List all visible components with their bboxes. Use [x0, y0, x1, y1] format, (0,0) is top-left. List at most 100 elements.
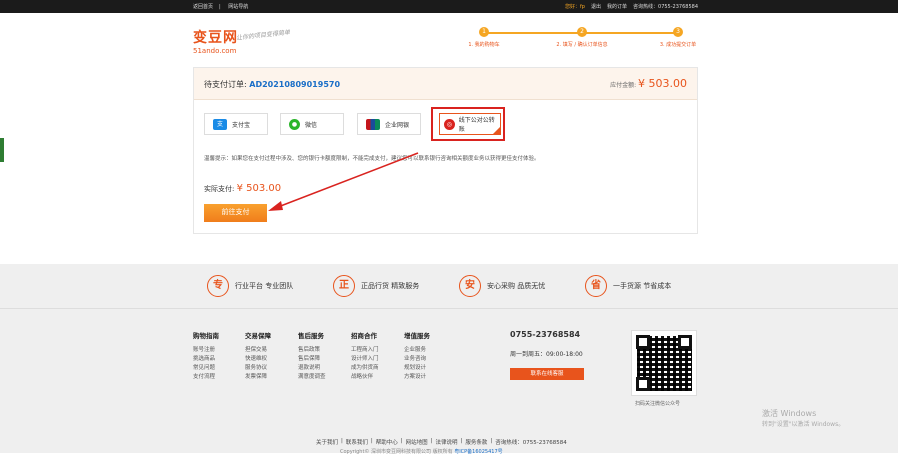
step-confirm: 2 2. 填写 / 确认订单信息 — [547, 27, 617, 48]
pay-method-label: 支付宝 — [232, 121, 251, 129]
footer-link[interactable]: 支付流程 — [193, 373, 219, 382]
copyright-text: Copyright© 深圳市变豆网科技有限公司 版权所有 — [340, 449, 455, 455]
footer-link[interactable]: 售后政策 — [298, 346, 326, 355]
promo-badge-icon: 安 — [459, 275, 481, 297]
amount-due-value: ¥ 503.00 — [638, 77, 687, 90]
footer-bottom-link[interactable]: 联系我们 — [346, 438, 368, 446]
left-edge-marker — [0, 138, 4, 162]
go-pay-button[interactable]: 前往支付 — [204, 204, 267, 222]
footer-link[interactable]: 担保交易 — [245, 346, 271, 355]
pay-method-wechat[interactable]: ● 微信 — [280, 113, 344, 135]
promo-text: 正品行货 精致服务 — [361, 282, 420, 290]
order-panel: 待支付订单: AD20210809019570 应付金额: ¥ 503.00 支… — [193, 67, 698, 234]
footer-col-title: 增值服务 — [404, 332, 430, 340]
top-bar: 返回首页 | 网站导航 您好：fp 退出 我的订单 咨询热线：0755-23768… — [0, 0, 898, 13]
footer-link[interactable]: 发票保障 — [245, 373, 271, 382]
order-number-value: AD20210809019570 — [249, 80, 341, 89]
footer-link[interactable]: 服务协议 — [245, 364, 271, 373]
pay-method-label: 企业网银 — [385, 121, 410, 129]
pay-method-bank[interactable]: 企业网银 — [357, 113, 421, 135]
home-link[interactable]: 返回首页 — [193, 4, 213, 10]
footer-link[interactable]: 成为供货商 — [351, 364, 379, 373]
footer-col-title: 招商合作 — [351, 332, 377, 340]
confirm-step-icon: 2 — [577, 27, 587, 37]
selected-check-icon — [493, 127, 500, 134]
submitted-step-icon: 3 — [673, 27, 683, 37]
footer-col-title: 交易保障 — [245, 332, 271, 340]
site-nav-link[interactable]: 网站导航 — [228, 4, 248, 10]
footer-link[interactable]: 战略伙伴 — [351, 373, 379, 382]
wechat-icon: ● — [289, 118, 300, 130]
step-label: 1. 我的购物车 — [468, 42, 500, 48]
footer-link[interactable]: 售后保障 — [298, 355, 326, 364]
footer-bottom-link[interactable]: 关于我们 — [316, 438, 338, 446]
footer-links: 关于我们 | 联系我们 | 帮助中心 | 网站地图 | 法律说明 | 服务条款 | 咨询热线… — [316, 438, 567, 446]
logo-cn: 变豆网 — [193, 30, 238, 46]
promo-text: 行业平台 专业团队 — [235, 282, 294, 290]
actual-payment-value: ¥ 503.00 — [236, 183, 282, 194]
footer-link[interactable]: 方案设计 — [404, 373, 430, 382]
divider: | — [219, 4, 221, 10]
top-bar-left: 返回首页 | 网站导航 — [193, 3, 254, 10]
user-greeting[interactable]: 您好：fp — [565, 3, 585, 10]
footer-col-title: 购物指南 — [193, 332, 219, 340]
step-submitted: 3 3. 成功提交订单 — [643, 27, 713, 48]
footer-link[interactable]: 快速维权 — [245, 355, 271, 364]
contact-hours: 周一到周五：09:00-18:00 — [510, 351, 583, 358]
step-cart: 1 1. 我的购物车 — [449, 27, 519, 48]
transfer-icon: ◎ — [444, 118, 455, 130]
footer-link[interactable]: 常见问题 — [193, 364, 219, 373]
promo-item: 正 正品行货 精致服务 — [333, 275, 419, 297]
footer-col-guarantee: 交易保障 担保交易 快速维权 服务协议 发票保障 — [245, 330, 271, 382]
footer-link[interactable]: 设计师入门 — [351, 355, 379, 364]
promo-item: 专 行业平台 专业团队 — [207, 275, 293, 297]
promo-text: 一手货源 节省成本 — [613, 282, 672, 290]
logo-en: 51ando.com — [193, 47, 237, 55]
top-bar-right: 您好：fp 退出 我的订单 咨询热线：0755-23768584 — [565, 3, 698, 10]
promo-strip: 专 行业平台 专业团队 正 正品行货 精致服务 安 安心采购 品质无忧 省 一手… — [0, 264, 898, 309]
amount-due: 应付金额: ¥ 503.00 — [610, 77, 687, 90]
footer-bottom-link[interactable]: 帮助中心 — [376, 438, 398, 446]
payment-tip: 温馨提示：如果您在支付过程中涉及、您的银行卡额度限制，不能完成支付，建议您可以联… — [204, 156, 540, 162]
footer-link[interactable]: 规划设计 — [404, 364, 430, 373]
footer-link[interactable]: 企业服务 — [404, 346, 430, 355]
footer-link[interactable]: 业务咨询 — [404, 355, 430, 364]
hotline-text: 咨询热线：0755-23768584 — [633, 4, 698, 10]
alipay-icon: 支 — [213, 118, 227, 130]
logout-link[interactable]: 退出 — [591, 3, 601, 10]
pay-method-label: 微信 — [305, 121, 318, 129]
footer-link[interactable]: 满意度调查 — [298, 373, 326, 382]
promo-item: 安 安心采购 品质无忧 — [459, 275, 545, 297]
contact-phone: 0755-23768584 — [510, 330, 581, 339]
footer-hotline: 咨询热线：0755-23768584 — [495, 440, 567, 446]
footer-bottom-link[interactable]: 服务条款 — [465, 438, 487, 446]
amount-due-label: 应付金额: — [610, 82, 637, 89]
icp-link[interactable]: 粤ICP备16025417号 — [454, 449, 502, 455]
online-service-button[interactable]: 联系在线客服 — [510, 368, 584, 380]
footer-link[interactable]: 挑选商品 — [193, 355, 219, 364]
promo-text: 安心采购 品质无忧 — [487, 282, 546, 290]
promo-item: 省 一手货源 节省成本 — [585, 275, 671, 297]
footer-link[interactable]: 账号注册 — [193, 346, 219, 355]
my-orders-link[interactable]: 我的订单 — [607, 3, 627, 10]
copyright: Copyright© 深圳市变豆网科技有限公司 版权所有 粤ICP备160254… — [340, 448, 503, 455]
cart-step-icon: 1 — [479, 27, 489, 37]
windows-activation-watermark: 激活 Windows 转到"设置"以激活 Windows。 — [762, 408, 844, 428]
footer-col-guide: 购物指南 账号注册 挑选商品 常见问题 支付流程 — [193, 330, 219, 382]
pay-method-alipay[interactable]: 支 支付宝 — [204, 113, 268, 135]
checkout-steps: 1 1. 我的购物车 2 2. 填写 / 确认订单信息 3 3. 成功提交订单 — [466, 27, 698, 51]
footer-col-aftersales: 售后服务 售后政策 售后保障 退款说明 满意度调查 — [298, 330, 326, 382]
site-logo[interactable]: 变豆网 51ando.com — [193, 27, 238, 55]
wechat-qr-code — [631, 330, 697, 396]
footer: 专 行业平台 专业团队 正 正品行货 精致服务 安 安心采购 品质无忧 省 一手… — [0, 264, 898, 455]
order-number-label: 待支付订单: — [204, 80, 247, 89]
footer-link[interactable]: 工程商入门 — [351, 346, 379, 355]
footer-link[interactable]: 退款说明 — [298, 364, 326, 373]
footer-bottom-link[interactable]: 网站地图 — [406, 438, 428, 446]
footer-bottom-link[interactable]: 法律说明 — [436, 438, 458, 446]
footer-col-partners: 招商合作 工程商入门 设计师入门 成为供货商 战略伙伴 — [351, 330, 379, 382]
pay-method-transfer[interactable]: ◎ 线下公对公转账 — [431, 107, 505, 141]
order-number: 待支付订单: AD20210809019570 — [204, 79, 340, 90]
step-label: 3. 成功提交订单 — [659, 42, 697, 48]
qr-finder — [636, 377, 650, 391]
